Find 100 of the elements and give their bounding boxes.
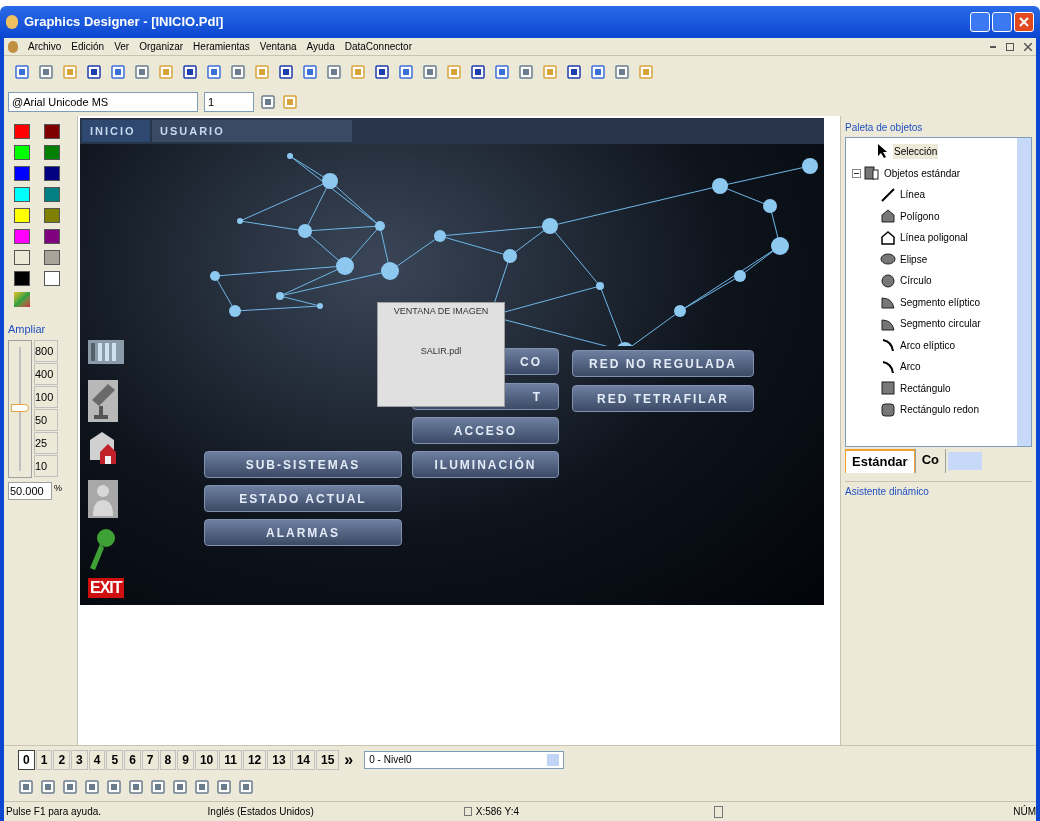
zoom-preset[interactable]: 800 — [34, 339, 58, 362]
layer-tab[interactable]: 3 — [71, 749, 88, 770]
scrollbar[interactable] — [1017, 138, 1031, 446]
menu-item[interactable]: Ver — [114, 39, 130, 54]
key-icon[interactable] — [88, 528, 118, 572]
minimize-button[interactable] — [970, 12, 990, 32]
layer-tab[interactable]: 15 — [316, 749, 340, 770]
color-swatch[interactable] — [43, 187, 60, 202]
color-swatch[interactable] — [43, 250, 60, 265]
tree-item[interactable]: Segmento elíptico — [900, 294, 981, 310]
layer-tab[interactable]: 14 — [291, 749, 315, 770]
layer-tab[interactable]: 10 — [194, 749, 219, 770]
color-swatch[interactable] — [43, 166, 60, 181]
app-icon — [8, 40, 18, 53]
layer-tab[interactable]: 5 — [106, 749, 124, 770]
camera-icon[interactable] — [88, 380, 118, 422]
tree-item[interactable]: Arco elíptico — [900, 337, 956, 353]
size-select[interactable]: 1 — [204, 92, 254, 112]
layer-tab[interactable]: 1 — [35, 749, 53, 770]
color-swatch[interactable] — [14, 145, 30, 160]
status-num: NÚM — [1013, 804, 1036, 819]
tree-item[interactable]: Línea poligonal — [900, 230, 968, 246]
layer-tab[interactable]: 2 — [53, 749, 71, 770]
rrect-icon — [880, 401, 896, 418]
polygon-icon — [880, 208, 896, 225]
panel-title: Paleta de objetos — [845, 121, 924, 135]
screen-tab[interactable]: INICIO — [82, 120, 150, 142]
tree-item[interactable]: Segmento circular — [900, 316, 981, 332]
custom-color-icon[interactable] — [14, 292, 30, 307]
minimize-icon[interactable] — [990, 45, 996, 48]
color-swatch[interactable] — [14, 187, 30, 202]
screen-button[interactable]: RED TETRAFILAR — [572, 385, 754, 412]
zoom-preset[interactable]: 50 — [34, 408, 58, 431]
layer-tab[interactable]: 13 — [267, 749, 291, 770]
zoom-slider[interactable] — [8, 339, 32, 478]
rack-icon[interactable] — [88, 340, 124, 364]
screen-tab[interactable]: USUARIO — [152, 120, 352, 142]
close-icon[interactable] — [1024, 42, 1032, 51]
zoom-preset[interactable]: 100 — [34, 385, 58, 408]
screen-button[interactable]: ILUMINACIÓN — [412, 451, 559, 478]
tree-item[interactable]: Arco — [900, 359, 921, 375]
tree-item[interactable]: Círculo — [900, 273, 932, 289]
line-icon — [880, 186, 896, 203]
menu-item[interactable]: Archivo — [28, 39, 62, 54]
screen-button[interactable]: ALARMAS — [204, 519, 402, 546]
restore-icon[interactable] — [1006, 42, 1014, 51]
tree-item[interactable]: Selección — [893, 143, 939, 159]
layer-tab[interactable]: 8 — [159, 749, 177, 770]
collapse-toggle[interactable] — [852, 168, 861, 178]
layer-tab[interactable]: 6 — [124, 749, 141, 770]
layer-tab[interactable]: 11 — [219, 749, 242, 770]
palette-tab[interactable]: Co — [914, 449, 946, 473]
more-layers-button[interactable]: » — [340, 747, 358, 772]
menu-item[interactable]: Edición — [71, 39, 105, 54]
layer-tab[interactable]: 0 — [18, 749, 35, 770]
tree-item[interactable]: Rectángulo redon — [900, 402, 979, 418]
menu-item[interactable]: Heramientas — [193, 39, 250, 54]
color-swatch[interactable] — [14, 229, 30, 244]
tree-item[interactable]: Rectángulo — [900, 380, 951, 396]
color-swatch[interactable] — [14, 124, 30, 139]
color-swatch[interactable] — [14, 166, 30, 181]
zoom-preset[interactable]: 400 — [34, 362, 58, 385]
screen-button[interactable]: SUB-SISTEMAS — [204, 451, 402, 478]
close-button[interactable] — [1014, 12, 1034, 32]
color-swatch[interactable] — [43, 208, 60, 223]
palette-tab[interactable]: Estándar — [845, 449, 915, 473]
color-swatch[interactable] — [14, 208, 30, 223]
screen-button[interactable]: ESTADO ACTUAL — [204, 485, 402, 512]
image-window-title: VENTANA DE IMAGEN — [393, 305, 489, 318]
zoom-preset[interactable]: 10 — [34, 454, 58, 477]
color-swatch[interactable] — [14, 250, 30, 265]
tree-item[interactable]: Elipse — [900, 251, 928, 267]
color-swatch[interactable] — [43, 145, 60, 160]
menu-item[interactable]: Ayuda — [306, 39, 335, 54]
font-select[interactable]: @Arial Unicode MS — [8, 92, 198, 112]
color-swatch[interactable] — [43, 124, 60, 139]
layer-tab[interactable]: 4 — [88, 749, 106, 770]
status-language: Inglés (Estados Unidos) — [207, 805, 315, 819]
menu-item[interactable]: Organizar — [139, 39, 184, 54]
house-icon[interactable] — [88, 430, 118, 466]
layer-tab[interactable]: 7 — [141, 749, 159, 770]
screen-button[interactable]: RED NO REGULADA — [572, 350, 754, 377]
zoom-preset[interactable]: 25 — [34, 431, 58, 454]
tree-item[interactable]: Línea — [900, 187, 926, 203]
arc-icon — [880, 337, 896, 354]
layer-tab[interactable]: 12 — [242, 749, 267, 770]
menu-item[interactable]: Ventana — [259, 39, 297, 54]
zoom-value-field[interactable]: 50.000 — [8, 481, 52, 500]
color-swatch[interactable] — [14, 271, 30, 286]
layer-select[interactable]: 0 - Nivel0 — [364, 750, 565, 769]
color-swatch[interactable] — [43, 271, 60, 286]
color-swatch[interactable] — [43, 229, 60, 244]
tree-item[interactable]: Objetos estándar — [883, 165, 962, 181]
tree-item[interactable]: Polígono — [900, 208, 940, 224]
menu-item[interactable]: DataConnector — [344, 39, 412, 54]
exit-sign[interactable]: EXIT — [88, 578, 124, 598]
layer-tab[interactable]: 9 — [177, 749, 194, 770]
maximize-button[interactable] — [992, 12, 1012, 32]
zoom-label: Ampliar — [8, 322, 47, 337]
screen-button[interactable]: ACCESO — [412, 417, 559, 444]
